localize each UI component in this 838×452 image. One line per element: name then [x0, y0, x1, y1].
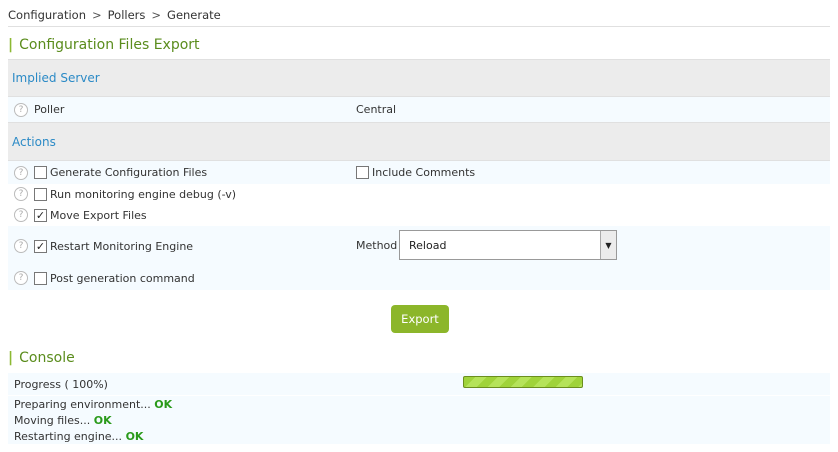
restart-row: ? ✓ Restart Monitoring Engine Method Rel… [8, 226, 830, 266]
generate-config-checkbox[interactable] [34, 166, 47, 179]
restart-checkbox[interactable]: ✓ [34, 239, 47, 253]
implied-server-header-text: Implied Server [12, 71, 100, 85]
question-circle-icon[interactable]: ? [14, 208, 28, 222]
breadcrumb-separator: > [92, 8, 102, 22]
breadcrumb-generate[interactable]: Generate [167, 8, 221, 22]
title-bar-marker: | [8, 37, 14, 53]
log-status: OK [125, 429, 144, 443]
export-section-title-text: Configuration Files Export [19, 37, 200, 53]
console-log: Preparing environment... OK Moving files… [8, 396, 830, 444]
poller-row: ? Poller Central [8, 97, 830, 122]
actions-header-text: Actions [12, 134, 56, 149]
breadcrumb: Configuration > Pollers > Generate [8, 8, 221, 22]
question-circle-icon[interactable]: ? [14, 187, 28, 201]
question-circle-icon[interactable]: ? [14, 165, 28, 180]
progress-label: Progress ( 100%) [14, 377, 108, 391]
post-generation-checkbox[interactable] [34, 271, 47, 285]
export-section-title: | Configuration Files Export [8, 35, 200, 55]
generate-config-label[interactable]: Generate Configuration Files [50, 166, 207, 179]
breadcrumb-configuration[interactable]: Configuration [8, 8, 86, 22]
actions-header: Actions [8, 122, 830, 161]
export-button[interactable]: Export [391, 305, 449, 333]
console-title: | Console [8, 348, 75, 368]
debug-checkbox[interactable] [34, 187, 47, 201]
include-comments-checkbox[interactable] [356, 166, 369, 179]
move-export-row: ? ✓ Move Export Files [8, 204, 830, 226]
method-select-value: Reload [409, 238, 447, 252]
log-status: OK [154, 397, 173, 411]
restart-label[interactable]: Restart Monitoring Engine [50, 240, 193, 253]
title-bar-marker: | [8, 350, 14, 366]
generate-config-row: ? Generate Configuration Files Include C… [8, 161, 830, 184]
log-text: Restarting engine... [14, 429, 123, 443]
move-export-label[interactable]: Move Export Files [50, 209, 147, 222]
debug-row: ? Run monitoring engine debug (-v) [8, 184, 830, 204]
debug-label[interactable]: Run monitoring engine debug (-v) [50, 188, 236, 201]
log-line: Preparing environment... OK [8, 396, 830, 412]
breadcrumb-pollers[interactable]: Pollers [108, 8, 146, 22]
log-text: Moving files... [14, 413, 91, 427]
console-title-text: Console [19, 350, 75, 366]
log-line: Moving files... OK [8, 412, 830, 428]
question-circle-icon[interactable]: ? [14, 271, 28, 285]
chevron-down-icon[interactable]: ▼ [600, 231, 616, 259]
progress-row: Progress ( 100%) [8, 373, 830, 395]
question-circle-icon[interactable]: ? [14, 102, 28, 117]
post-generation-label[interactable]: Post generation command [50, 272, 195, 285]
progress-bar [463, 376, 583, 388]
log-text: Preparing environment... [14, 397, 151, 411]
log-status: OK [93, 413, 112, 427]
log-line: Restarting engine... OK [8, 428, 830, 444]
post-generation-row: ? Post generation command [8, 266, 830, 290]
poller-value: Central [356, 103, 397, 116]
method-select[interactable]: Reload ▼ [399, 230, 617, 260]
poller-label: Poller [34, 103, 65, 116]
divider [8, 26, 830, 27]
question-circle-icon[interactable]: ? [14, 239, 28, 253]
implied-server-header: Implied Server [8, 59, 830, 97]
move-export-checkbox[interactable]: ✓ [34, 208, 47, 222]
include-comments-label[interactable]: Include Comments [372, 166, 475, 179]
breadcrumb-separator: > [151, 8, 162, 22]
method-label: Method [356, 239, 398, 252]
include-comments-group: Include Comments [356, 166, 475, 179]
